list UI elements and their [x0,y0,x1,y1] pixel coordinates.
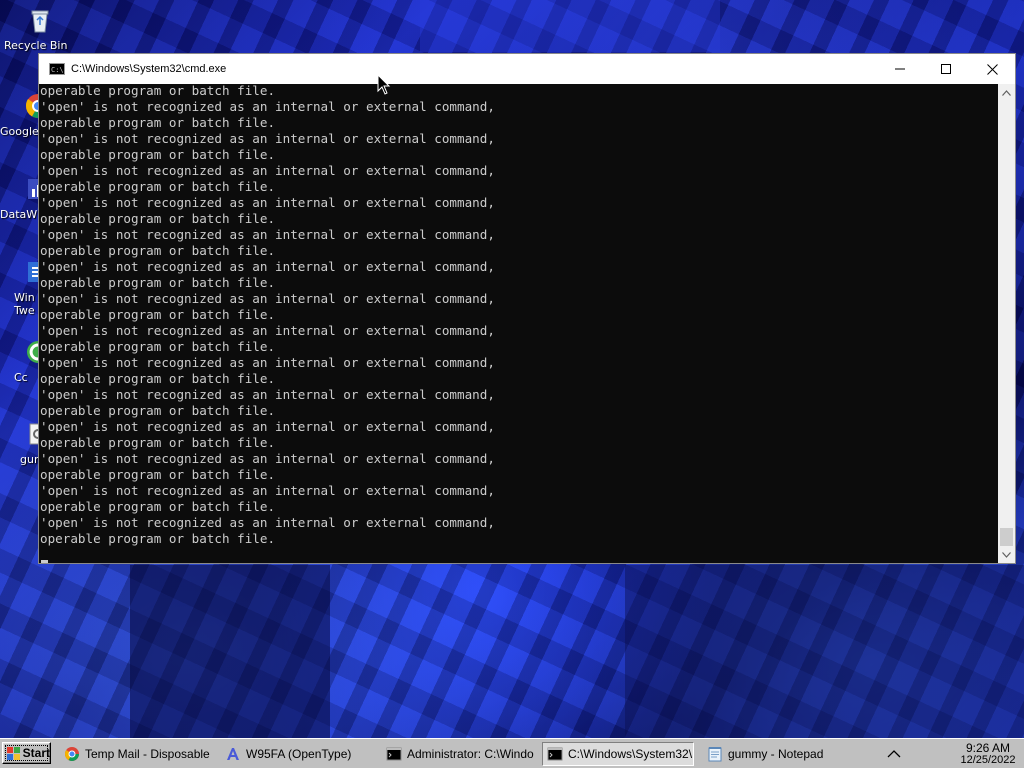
minimize-icon [895,68,905,70]
console-line: operable program or batch file. [40,84,276,98]
recycle-bin-icon [31,10,49,33]
taskbar-item-label: Temp Mail - Disposable ... [85,747,212,761]
console-line: operable program or batch file. [40,499,276,514]
taskbar-item-label: W95FA (OpenType) [246,747,352,761]
taskbar-item-label: gummy - Notepad [728,747,824,761]
cmd-window[interactable]: C:\ C:\Windows\System32\cmd.exe operable… [38,53,1016,564]
console-line: operable program or batch file. [40,115,276,130]
vertical-scrollbar[interactable] [998,84,1015,563]
start-button[interactable]: Start [2,742,51,764]
mouse-pointer-icon [377,74,391,95]
close-icon [986,63,998,75]
taskbar: Start Temp Mail - Disposable ... W95FA (… [0,738,1024,768]
scrollbar-thumb[interactable] [1000,528,1013,546]
console-output[interactable]: operable program or batch file.'open' is… [39,84,999,563]
taskbar-item-notepad[interactable]: gummy - Notepad [703,742,855,766]
taskbar-item-label: Administrator: C:\Windo... [407,747,534,761]
console-line: 'open' is not recognized as an internal … [40,483,495,498]
console-line: operable program or batch file. [40,339,276,354]
console-line: 'open' is not recognized as an internal … [40,195,495,210]
taskbar-item-system32-cmd[interactable]: C:\Windows\System32\... [542,742,694,766]
console-line: 'open' is not recognized as an internal … [40,99,495,114]
console-line: operable program or batch file. [40,275,276,290]
chevron-down-icon [1002,551,1011,558]
chrome-icon [64,747,79,761]
console-line: operable program or batch file. [40,179,276,194]
font-viewer-icon [227,748,239,760]
console-line: 'open' is not recognized as an internal … [40,259,495,274]
cmd-icon: C:\ [49,63,65,75]
console-line: operable program or batch file. [40,435,276,450]
window-titlebar[interactable]: C:\ C:\Windows\System32\cmd.exe [39,54,1015,84]
console-line: operable program or batch file. [40,403,276,418]
console-line: 'open' is not recognized as an internal … [40,131,495,146]
scroll-down-button[interactable] [998,546,1015,563]
taskbar-item-admin-cmd[interactable]: Administrator: C:\Windo... [382,742,534,766]
window-controls [877,54,1015,84]
windows-logo-icon [7,746,20,760]
cmd-icon [547,747,563,761]
taskbar-item-label: C:\Windows\System32\... [568,747,694,761]
cmd-icon [386,747,402,761]
console-line: 'open' is not recognized as an internal … [40,227,495,242]
console-line: 'open' is not recognized as an internal … [40,323,495,338]
window-title: C:\Windows\System32\cmd.exe [71,63,227,75]
system-tray: 9:26 AM 12/25/2022 [887,741,1020,767]
scroll-up-button[interactable] [998,84,1015,101]
clock-date[interactable]: 12/25/2022 [958,754,1018,766]
console-line: operable program or batch file. [40,467,276,482]
console-line: operable program or batch file. [40,307,276,322]
console-line: 'open' is not recognized as an internal … [40,291,495,306]
console-line: 'open' is not recognized as an internal … [40,451,495,466]
console-line: 'open' is not recognized as an internal … [40,515,495,530]
console-line: operable program or batch file. [40,211,276,226]
close-button[interactable] [969,54,1015,84]
console-line: 'open' is not recognized as an internal … [40,355,495,370]
console-line: operable program or batch file. [40,147,276,162]
wallpaper-shape [625,565,1024,738]
console-line: 'open' is not recognized as an internal … [40,387,495,402]
desktop-icon-label: Recycle Bin [4,39,68,52]
taskbar-item-w95fa[interactable]: W95FA (OpenType) [221,742,373,766]
start-label: Start [22,746,50,760]
console-text: operable program or batch file.'open' is… [40,84,495,547]
taskbar-item-temp-mail[interactable]: Temp Mail - Disposable ... [60,742,212,766]
chevron-up-icon[interactable] [886,747,902,761]
chevron-up-icon [1002,89,1011,96]
wallpaper-shape [130,565,330,738]
wallpaper-shape [420,0,720,52]
desktop-icon-recycle-bin[interactable]: Recycle Bin [4,6,74,52]
console-line: 'open' is not recognized as an internal … [40,163,495,178]
notepad-icon [708,747,722,762]
console-line: operable program or batch file. [40,371,276,386]
clock-time[interactable]: 9:26 AM [958,741,1018,755]
console-line: 'open' is not recognized as an internal … [40,419,495,434]
console-line: operable program or batch file. [40,243,276,258]
maximize-icon [941,64,951,74]
console-line: operable program or batch file. [40,531,276,546]
text-cursor [41,560,48,563]
maximize-button[interactable] [923,54,969,84]
minimize-button[interactable] [877,54,923,84]
